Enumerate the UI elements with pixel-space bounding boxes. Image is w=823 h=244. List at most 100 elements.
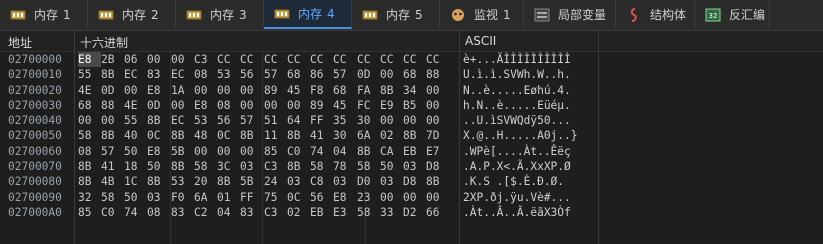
hex-byte[interactable]: CC xyxy=(333,52,356,67)
hex-byte[interactable]: 33 xyxy=(380,205,403,220)
hex-byte[interactable]: 53 xyxy=(194,113,217,128)
hex-byte[interactable]: E9 xyxy=(380,98,403,113)
hex-byte[interactable]: 00 xyxy=(380,67,403,82)
hex-byte[interactable]: 04 xyxy=(217,205,240,220)
hex-byte[interactable]: EC xyxy=(171,113,194,128)
row-address[interactable]: 02700010 xyxy=(8,67,62,82)
hex-byte[interactable]: CC xyxy=(264,52,287,67)
row-ascii[interactable]: N..è.....Eøhú.4. xyxy=(463,83,571,98)
hex-byte[interactable]: 88 xyxy=(426,67,449,82)
hex-byte[interactable]: 08 xyxy=(194,67,217,82)
memory-row[interactable]: 02700070 8B 41 18 50 8B 58 3C 03 C3 8B 58 78 58 50 03 D8… xyxy=(0,159,823,174)
memory-row[interactable]: 02700060 08 57 50 E8 5B 00 00 00 85 C0 74 04 8B CA EB E7… xyxy=(0,144,823,159)
memory-dump[interactable]: 02700000 E8 2B 06 00 00 C3 CC CC CC CC CC CC CC CC CC CC… xyxy=(0,52,823,220)
hex-byte[interactable]: E7 xyxy=(426,144,449,159)
row-ascii[interactable]: è+...ÃÌÌÌÌÌÌÌÌÌÌ xyxy=(463,52,571,67)
hex-byte[interactable]: 68 xyxy=(287,67,310,82)
tab-struct[interactable]: 结构体 xyxy=(616,0,695,29)
hex-byte[interactable]: 0D xyxy=(101,83,124,98)
hex-byte[interactable]: 50 xyxy=(380,159,403,174)
hex-byte[interactable]: 40 xyxy=(124,128,147,143)
row-hex-bytes[interactable]: E8 2B 06 00 00 C3 CC CC CC CC CC CC CC CC CC CC xyxy=(78,52,449,68)
hex-byte[interactable]: 53 xyxy=(171,174,194,189)
memory-row[interactable]: 02700030 68 88 4E 0D 00 E8 08 00 00 00 89 45 FC E9 B5 00… xyxy=(0,98,823,113)
hex-byte[interactable]: C3 xyxy=(264,159,287,174)
hex-byte[interactable]: 0C xyxy=(287,190,310,205)
hex-byte[interactable]: 8B xyxy=(426,174,449,189)
hex-byte[interactable]: 00 xyxy=(147,52,170,67)
hex-byte[interactable]: 83 xyxy=(171,205,194,220)
hex-byte[interactable]: 03 xyxy=(333,174,356,189)
hex-byte[interactable]: 45 xyxy=(287,83,310,98)
hex-byte[interactable]: 8B xyxy=(101,128,124,143)
hex-byte[interactable]: 66 xyxy=(426,205,449,220)
hex-byte[interactable]: 4E xyxy=(78,83,101,98)
hex-byte[interactable]: CC xyxy=(403,52,426,67)
hex-byte[interactable]: 08 xyxy=(78,144,101,159)
hex-byte[interactable]: 45 xyxy=(333,98,356,113)
hex-byte[interactable]: 18 xyxy=(124,159,147,174)
hex-byte[interactable]: B5 xyxy=(403,98,426,113)
hex-byte[interactable]: 41 xyxy=(310,128,333,143)
hex-byte[interactable]: 58 xyxy=(78,128,101,143)
tab-memory-3[interactable]: 内存 3 xyxy=(176,0,264,29)
hex-byte[interactable]: 0C xyxy=(147,128,170,143)
hex-byte[interactable]: 00 xyxy=(426,98,449,113)
hex-byte[interactable]: 02 xyxy=(380,128,403,143)
hex-byte[interactable]: 57 xyxy=(240,113,263,128)
row-address[interactable]: 02700040 xyxy=(8,113,62,128)
hex-byte[interactable]: 8B xyxy=(287,159,310,174)
hex-byte[interactable]: 01 xyxy=(217,190,240,205)
row-hex-bytes[interactable]: 85 C0 74 08 83 C2 04 83 C3 02 EB E3 58 33 D2 66 xyxy=(78,205,449,220)
tab-locals[interactable]: 局部变量 xyxy=(524,0,616,29)
hex-byte[interactable]: 03 xyxy=(380,174,403,189)
row-ascii[interactable]: .Àt..Â..Ã.ëãX3Òf xyxy=(463,205,571,220)
hex-byte[interactable]: F0 xyxy=(171,190,194,205)
hex-byte[interactable]: 83 xyxy=(147,67,170,82)
memory-row[interactable]: 02700050 58 8B 40 0C 8B 48 0C 8B 11 8B 41 30 6A 02 8B 7D… xyxy=(0,128,823,143)
hex-byte[interactable]: CC xyxy=(287,52,310,67)
memory-row[interactable]: 02700080 8B 4B 1C 8B 53 20 8B 5B 24 03 C8 03 D0 03 D8 8B… xyxy=(0,174,823,189)
tab-memory-4[interactable]: 内存 4 xyxy=(264,0,352,29)
hex-byte[interactable]: 89 xyxy=(310,98,333,113)
hex-byte[interactable]: E8 xyxy=(147,83,170,98)
hex-byte[interactable]: 89 xyxy=(264,83,287,98)
hex-byte[interactable]: C0 xyxy=(101,205,124,220)
hex-byte[interactable]: 35 xyxy=(333,113,356,128)
hex-byte[interactable]: CC xyxy=(357,52,380,67)
hex-byte[interactable]: 50 xyxy=(124,144,147,159)
hex-byte[interactable]: 3C xyxy=(217,159,240,174)
row-ascii[interactable]: .K.S .[$.È.Ð.Ø. xyxy=(463,174,564,189)
hex-byte[interactable]: 48 xyxy=(194,128,217,143)
hex-byte[interactable]: 00 xyxy=(240,98,263,113)
hex-byte[interactable]: 50 xyxy=(147,159,170,174)
hex-byte[interactable]: 23 xyxy=(357,190,380,205)
memory-row[interactable]: 02700040 00 00 55 8B EC 53 56 57 51 64 FF 35 30 00 00 00… xyxy=(0,113,823,128)
hex-byte[interactable]: 55 xyxy=(78,67,101,82)
hex-byte[interactable]: 6A xyxy=(194,190,217,205)
hex-byte[interactable]: 08 xyxy=(147,205,170,220)
hex-byte[interactable]: E8 xyxy=(194,98,217,113)
hex-byte[interactable]: 8B xyxy=(403,128,426,143)
hex-byte[interactable]: 85 xyxy=(78,205,101,220)
hex-byte[interactable]: 00 xyxy=(426,113,449,128)
hex-byte[interactable]: 08 xyxy=(217,98,240,113)
hex-byte[interactable]: 8B xyxy=(217,174,240,189)
row-address[interactable]: 02700050 xyxy=(8,128,62,143)
hex-byte[interactable]: 03 xyxy=(147,190,170,205)
hex-byte[interactable]: FC xyxy=(357,98,380,113)
hex-byte[interactable]: 1C xyxy=(124,174,147,189)
hex-byte[interactable]: 0D xyxy=(357,67,380,82)
row-hex-bytes[interactable]: 8B 4B 1C 8B 53 20 8B 5B 24 03 C8 03 D0 03 D8 8B xyxy=(78,174,449,189)
hex-byte[interactable]: 6A xyxy=(357,128,380,143)
memory-row[interactable]: 027000A0 85 C0 74 08 83 C2 04 83 C3 02 EB E3 58 33 D2 66… xyxy=(0,205,823,220)
hex-byte[interactable]: 06 xyxy=(124,52,147,67)
row-ascii[interactable]: X.@..H.....A0j..} xyxy=(463,128,578,143)
hex-byte[interactable]: CA xyxy=(380,144,403,159)
hex-byte[interactable]: 00 xyxy=(78,113,101,128)
hex-byte[interactable]: 00 xyxy=(403,113,426,128)
hex-byte[interactable]: 00 xyxy=(171,98,194,113)
hex-byte[interactable]: 8B xyxy=(101,67,124,82)
row-address[interactable]: 02700000 xyxy=(8,52,62,67)
hex-byte[interactable]: 00 xyxy=(287,98,310,113)
